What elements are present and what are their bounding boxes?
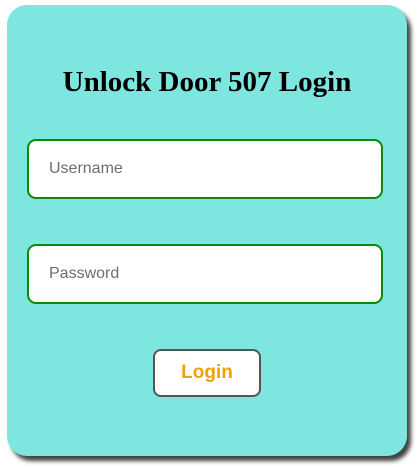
password-input[interactable] xyxy=(27,244,383,304)
login-card: Unlock Door 507 Login Login xyxy=(7,5,407,456)
page-title: Unlock Door 507 Login xyxy=(62,66,352,98)
login-button[interactable]: Login xyxy=(153,349,261,397)
username-input[interactable] xyxy=(27,139,383,199)
